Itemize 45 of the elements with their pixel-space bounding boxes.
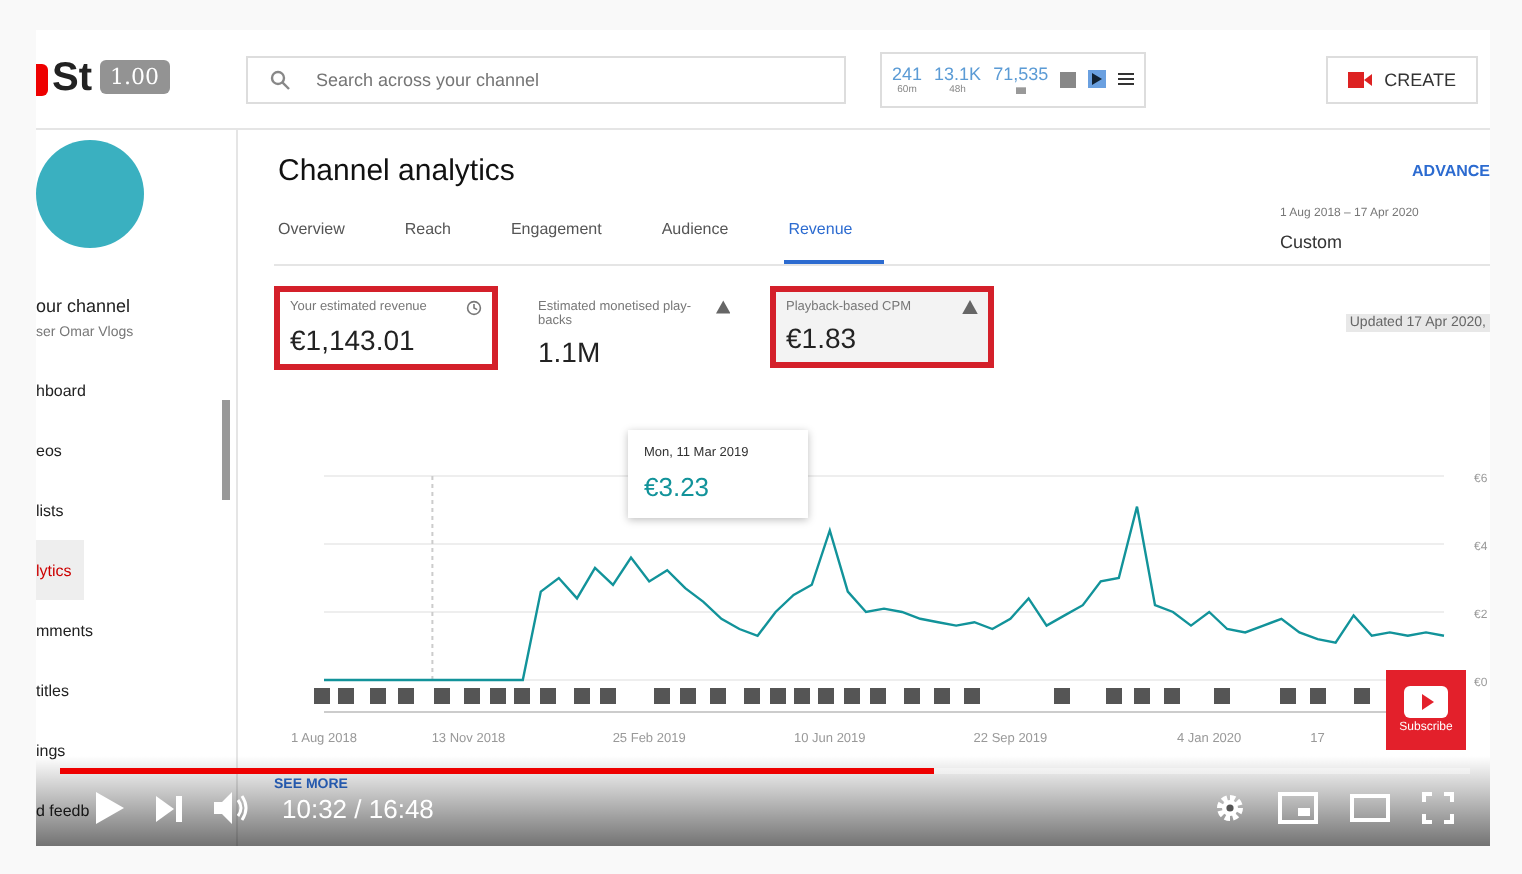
progress-track[interactable] <box>60 768 1470 774</box>
search-field[interactable]: Search across your channel <box>246 55 846 103</box>
tab[interactable]: Revenue <box>784 196 885 264</box>
miniplayer-icon[interactable] <box>1278 792 1318 824</box>
play-icon <box>1404 686 1448 718</box>
warning-icon <box>962 300 978 314</box>
sidebar-item[interactable]: titles <box>36 660 81 720</box>
logo-icon[interactable] <box>36 63 48 95</box>
sidebar-item[interactable]: lists <box>36 480 76 540</box>
theater-mode-icon[interactable] <box>1350 794 1390 822</box>
avatar-picture[interactable] <box>36 140 144 248</box>
volume-icon[interactable] <box>214 792 250 824</box>
play-icon <box>1088 70 1107 88</box>
channel-title: our channel <box>36 296 133 316</box>
tab[interactable]: Engagement <box>506 196 634 264</box>
tab[interactable]: Reach <box>400 196 483 264</box>
stat-value: 71,535 <box>993 64 1049 84</box>
clock-icon <box>466 300 482 316</box>
menu-icon <box>1118 72 1135 86</box>
page-title: Channel analytics <box>276 154 515 188</box>
sidebar-item[interactable]: hboard <box>36 360 98 420</box>
stat-value: 13.1K <box>934 63 982 83</box>
create-button[interactable]: CREATE <box>1326 55 1478 103</box>
time-display: 10:32 / 16:48 <box>282 793 434 823</box>
settings-icon[interactable] <box>1214 792 1246 824</box>
tab[interactable]: Overview <box>274 196 377 264</box>
sidebar-item[interactable]: ings <box>36 720 78 780</box>
metric-value: €1,143.01 <box>290 324 417 356</box>
next-icon[interactable] <box>156 795 182 821</box>
metric-value: €1.83 <box>786 322 859 354</box>
stat-value: 241 <box>892 63 923 83</box>
scrollbar[interactable] <box>222 400 230 500</box>
search-icon <box>270 69 290 89</box>
play-icon[interactable] <box>96 792 124 824</box>
video-camera-icon <box>1348 71 1373 87</box>
warning-icon <box>715 300 730 314</box>
metric-value: 1.1M <box>538 336 603 368</box>
sidebar-item[interactable]: eos <box>36 420 74 480</box>
sidebar-item[interactable]: mments <box>36 600 105 660</box>
sidebar-item[interactable]: lytics <box>36 540 84 600</box>
advanced-link[interactable]: ADVANCE <box>1412 162 1490 180</box>
logo-text: St <box>52 56 92 102</box>
fullscreen-icon[interactable] <box>1422 792 1454 824</box>
speed-badge: 1.00 <box>100 60 169 94</box>
tab[interactable]: Audience <box>657 196 761 264</box>
